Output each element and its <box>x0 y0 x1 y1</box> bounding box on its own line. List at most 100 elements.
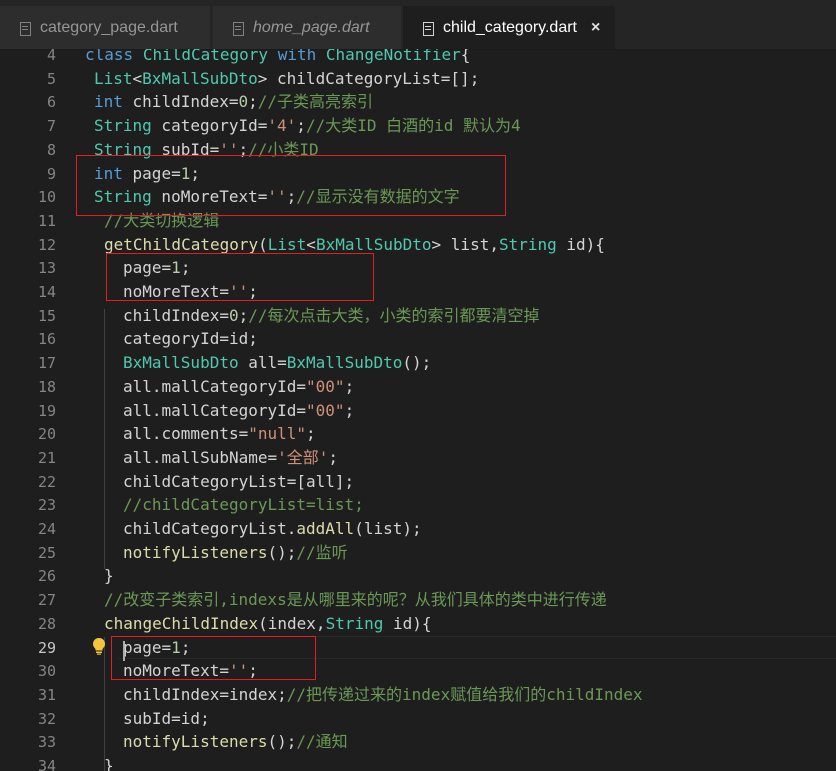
tab-child-category[interactable]: child_category.dart × <box>403 6 615 49</box>
code-line[interactable]: //改变子类索引,indexs是从哪里来的呢？从我们具体的类中进行传递 <box>104 588 607 612</box>
line-number-gutter: 4 5 6 7 8 9 10 11 12 13 14 15 16 17 18 19 20 21 22 23 24 25 26… <box>0 49 56 771</box>
code-line[interactable]: all.mallCategoryId="00"; <box>123 375 354 399</box>
code-token: String <box>94 116 152 136</box>
line-number: 8 <box>46 140 56 159</box>
code-token: ; <box>328 447 339 467</box>
lightbulb-icon[interactable] <box>91 637 107 655</box>
code-line[interactable]: //childCategoryList=list; <box>123 493 364 517</box>
code-token: BxMallSubDto <box>315 234 432 254</box>
code-token: categoryId= <box>151 116 268 136</box>
code-token: ChildCategory <box>142 49 269 64</box>
file-lines-icon <box>18 20 32 36</box>
code-line[interactable]: childIndex=index;//把传递过来的index赋值给我们的chil… <box>123 683 643 707</box>
code-line[interactable]: subId=id; <box>123 707 210 731</box>
line-number: 22 <box>37 472 56 491</box>
code-line[interactable]: String categoryId='4';//大类ID 白酒的id 默认为4 <box>94 114 521 138</box>
tab-category-page[interactable]: category_page.dart <box>0 6 210 49</box>
code-line[interactable]: categoryId=id; <box>123 327 258 351</box>
line-number: 13 <box>37 259 56 278</box>
code-token: ; <box>306 424 316 444</box>
code-token: '全部' <box>277 447 329 467</box>
line-number: 19 <box>37 401 56 420</box>
code-token: notifyListeners <box>123 542 268 562</box>
code-line[interactable]: List<BxMallSubDto> childCategoryList=[]; <box>94 67 479 91</box>
code-token: id){ <box>383 613 432 633</box>
line-number: 33 <box>37 733 56 752</box>
code-token: //改变子类索引,indexs是从哪里来的呢？从我们具体的类中进行传递 <box>104 590 607 610</box>
code-token: > childCategoryList=[]; <box>257 68 480 88</box>
code-token: ; <box>344 400 355 420</box>
text-cursor <box>123 641 125 661</box>
code-token: //通知 <box>296 732 348 752</box>
code-token: //监听 <box>296 542 348 562</box>
code-token: String <box>325 613 384 633</box>
code-token: 0 <box>228 305 239 325</box>
code-line[interactable]: notifyListeners();//通知 <box>123 730 348 754</box>
code-token: List <box>94 68 133 88</box>
indent-guide <box>104 637 105 771</box>
line-number: 21 <box>37 448 56 467</box>
code-line[interactable]: childCategoryList=[all]; <box>123 470 354 494</box>
code-token: id){ <box>556 234 605 254</box>
code-token: ChangeNotifier <box>325 49 461 64</box>
code-token: ; <box>344 376 355 396</box>
code-token: all.mallCategoryId= <box>123 376 307 396</box>
code-line[interactable]: childIndex=0;//每次点击大类，小类的索引都要清空掉 <box>123 304 540 328</box>
code-token: childIndex=index; <box>123 684 287 704</box>
line-number: 23 <box>37 496 56 515</box>
code-token: "00" <box>306 400 345 420</box>
line-number: 5 <box>46 69 56 88</box>
line-number: 7 <box>46 117 56 136</box>
line-number: 15 <box>37 306 56 325</box>
line-number: 11 <box>37 211 56 230</box>
code-token: subId=id; <box>123 708 210 728</box>
tab-home-page[interactable]: home_page.dart <box>213 6 401 49</box>
code-line[interactable]: all.comments="null"; <box>123 422 316 446</box>
line-number: 18 <box>37 377 56 396</box>
code-token: (list); <box>354 519 422 538</box>
code-line[interactable]: class ChildCategory with ChangeNotifier{ <box>85 49 470 67</box>
code-token: childIndex= <box>122 92 239 112</box>
line-number: 16 <box>37 330 56 349</box>
code-token: (); <box>267 542 297 562</box>
tab-label: child_category.dart <box>443 18 577 36</box>
code-token: all.mallCategoryId= <box>123 400 307 420</box>
code-token: 0 <box>238 92 249 112</box>
tab-label: home_page.dart <box>253 18 370 36</box>
line-number: 31 <box>37 685 56 704</box>
line-number: 32 <box>37 709 56 728</box>
highlight-box-changechildindex <box>111 636 316 680</box>
code-line[interactable]: BxMallSubDto all=BxMallSubDto(); <box>123 351 431 375</box>
code-line[interactable]: all.mallSubName='全部'; <box>123 446 338 470</box>
line-number: 9 <box>46 164 56 183</box>
code-token: all.mallSubName= <box>123 447 278 467</box>
line-number: 20 <box>37 425 56 444</box>
code-line[interactable]: int childIndex=0;//子类高亮索引 <box>94 90 373 114</box>
code-line[interactable]: } <box>104 564 114 588</box>
code-line[interactable]: changeChildIndex(index,String id){ <box>104 612 432 636</box>
line-number: 10 <box>37 188 56 207</box>
code-line[interactable]: notifyListeners();//监听 <box>123 541 348 565</box>
line-number: 34 <box>37 757 56 771</box>
code-token: ; <box>248 92 258 112</box>
line-number: 6 <box>46 93 56 112</box>
code-token: childCategoryList. <box>123 519 297 538</box>
code-token: all.comments= <box>123 424 249 444</box>
code-line[interactable]: all.mallCategoryId="00"; <box>123 399 354 423</box>
code-editor[interactable]: 4 5 6 7 8 9 10 11 12 13 14 15 16 17 18 19 20 21 22 23 24 25 26… <box>0 49 836 771</box>
highlight-box-getchildcategory <box>106 253 374 301</box>
indent-guide <box>104 309 105 569</box>
code-token: BxMallSubDto <box>286 353 403 373</box>
code-token: } <box>104 756 114 771</box>
file-lines-icon <box>231 20 245 36</box>
line-number: 24 <box>37 520 56 538</box>
editor-tab-bar: category_page.dart home_page.dart child_… <box>0 0 836 50</box>
code-token: addAll <box>296 519 355 538</box>
code-token: all= <box>238 353 287 373</box>
code-line[interactable]: childCategoryList.addAll(list); <box>123 517 422 541</box>
close-icon[interactable]: × <box>591 19 600 37</box>
line-number: 17 <box>37 354 56 373</box>
code-line[interactable]: } <box>104 754 114 771</box>
